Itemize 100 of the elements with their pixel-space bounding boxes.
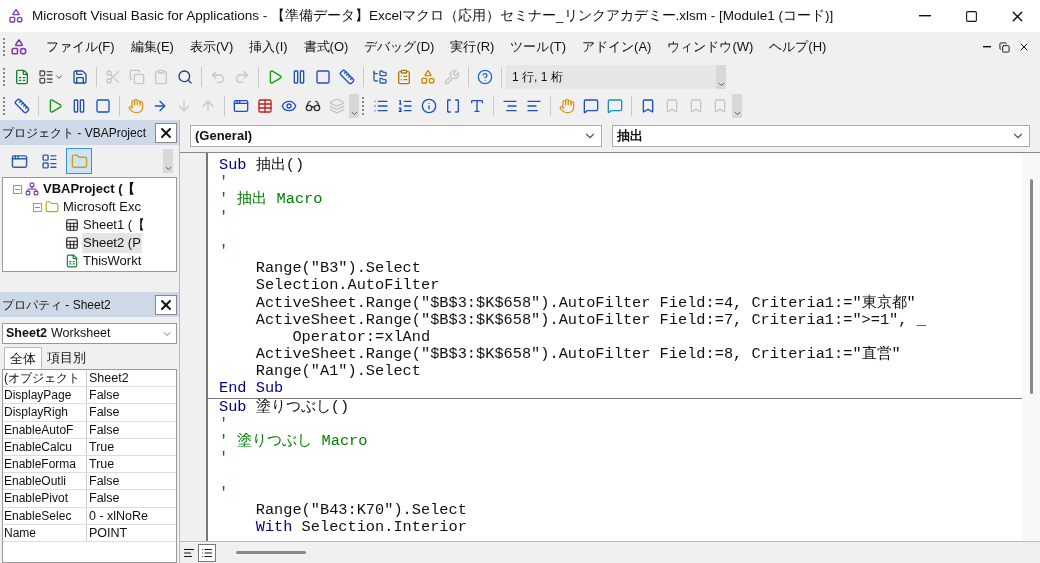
tree-item[interactable]: ThisWorkt (82, 251, 143, 271)
clipboard-icon (153, 69, 169, 85)
wrench-icon (444, 69, 460, 85)
code-line: Range("B43:K70").Select (254, 501, 467, 519)
sheet-icon (65, 236, 79, 250)
property-value[interactable]: True (87, 455, 149, 473)
tab[interactable]: 全体 (4, 347, 42, 369)
property-name[interactable]: EnableForma (3, 455, 87, 473)
property-name[interactable]: EnableAutoF (3, 421, 87, 438)
menu-item[interactable]: 表示(V) (181, 37, 242, 57)
code-line: ' (219, 208, 229, 226)
workbook-icon (65, 254, 79, 268)
minimize-icon (983, 46, 991, 48)
project-icon (25, 182, 39, 196)
property-value[interactable]: True (87, 438, 149, 455)
collapse-toggle[interactable] (13, 184, 22, 194)
bookmark-icon (640, 98, 656, 114)
tree-item[interactable]: Microsoft Exc (62, 197, 142, 217)
toolbar-grip[interactable] (3, 97, 7, 115)
code-line: Range("A1").Select (254, 363, 421, 381)
tree-item[interactable]: Sheet1 (【 (82, 215, 147, 235)
play-icon (47, 98, 63, 114)
property-name[interactable]: DisplayPage (3, 387, 87, 404)
module-view-icon (201, 546, 213, 559)
code-line: Sub 塗りつぶし() (219, 398, 350, 416)
code-line: ' (219, 415, 229, 433)
toolbar-grip[interactable] (362, 97, 366, 115)
menu-item[interactable]: 実行(R) (442, 37, 503, 57)
property-name[interactable]: EnableSelec (3, 507, 87, 524)
property-value[interactable]: False (87, 421, 149, 438)
code-line: Range("B3").Select (254, 260, 421, 278)
layers-icon (329, 98, 345, 114)
menu-item[interactable]: 編集(E) (122, 37, 182, 57)
code-line: ActiveSheet.Range("$B$3:$K$658").AutoFilter Field:=7, Criteria1:=">=1", _ (254, 311, 926, 329)
eye-icon (281, 98, 297, 114)
menu-item[interactable]: ファイル(F) (38, 37, 123, 57)
vba-icon (10, 38, 28, 56)
pause-icon (291, 69, 307, 85)
save-icon (72, 69, 88, 85)
object-dropdown[interactable]: Sheet2 Worksheet (2, 323, 177, 344)
maximize-icon (964, 9, 978, 23)
toolbar-grip[interactable] (3, 68, 7, 86)
bookmark-icon (664, 98, 680, 114)
table-icon (257, 98, 273, 114)
property-value[interactable]: POINT (87, 524, 149, 541)
close-button[interactable] (155, 122, 177, 143)
menu-item[interactable]: アドイン(A) (574, 37, 660, 57)
view-button[interactable] (198, 543, 216, 562)
caret-icon (716, 80, 726, 89)
spreadsheet-icon (14, 69, 30, 85)
menu-item[interactable]: デバッグ(D) (356, 37, 443, 57)
hand-icon (559, 98, 575, 114)
property-value[interactable]: False (87, 490, 149, 507)
app-icon (8, 8, 24, 24)
scissors-icon (105, 69, 121, 85)
property-name[interactable]: EnablePivot (3, 490, 87, 507)
property-value[interactable]: False (87, 387, 149, 404)
menu-item[interactable]: 挿入(I) (241, 37, 296, 57)
property-value[interactable]: 0 - xlNoRe (87, 507, 149, 524)
collapse-toggle[interactable] (33, 202, 42, 212)
code-line: Sub 抽出() (219, 157, 305, 175)
menu-item[interactable]: 書式(O) (295, 37, 357, 57)
toolbar-grip[interactable] (3, 38, 7, 56)
arrow-icon (200, 98, 216, 114)
help-icon (477, 69, 493, 85)
close-button[interactable] (155, 294, 177, 315)
tab[interactable]: 項目別 (42, 347, 91, 369)
caret-icon (349, 109, 359, 118)
property-value[interactable]: False (87, 404, 149, 421)
bookmark-icon (712, 98, 728, 114)
property-name[interactable]: EnableOutli (3, 473, 87, 490)
property-name[interactable]: Name (3, 524, 87, 541)
menu-item[interactable]: ヘルプ(H) (761, 37, 835, 57)
caret-icon (732, 109, 742, 118)
ruler-icon (339, 69, 355, 85)
property-name[interactable]: EnableCalcu (3, 438, 87, 455)
panel-view-button[interactable] (66, 148, 92, 174)
stop-icon (95, 98, 111, 114)
property-name[interactable]: (オブジェクト (3, 370, 87, 387)
property-value[interactable]: Sheet2 (87, 370, 149, 387)
ruler-icon (14, 98, 30, 114)
code-line: Selection.AutoFilter (254, 277, 440, 295)
property-name[interactable]: DisplayRigh (3, 404, 87, 421)
tree-item[interactable]: VBAProject (【 (42, 179, 137, 199)
shapes-icon (420, 69, 436, 85)
property-value[interactable]: False (87, 473, 149, 490)
tree-item[interactable]: Sheet2 (P (82, 233, 142, 253)
menu-item[interactable]: ツール(T) (502, 37, 575, 57)
menu-item[interactable]: ウィンドウ(W) (659, 37, 762, 57)
scroll-thumb[interactable] (1029, 179, 1033, 394)
undo-icon (210, 69, 226, 85)
code-line: ' 塗りつぶし Macro (219, 433, 368, 451)
horizontal-scrollbar[interactable] (236, 551, 306, 554)
object-dropdown[interactable]: (General) (190, 125, 602, 147)
vertical-scrollbar[interactable] (1022, 153, 1040, 541)
code-line: With Selection.Interior (254, 518, 467, 537)
procedure-dropdown[interactable]: 抽出 (612, 125, 1030, 147)
restore-icon (999, 41, 1010, 53)
code-line: Operator:=xlAnd (291, 328, 431, 347)
minimize-icon (919, 15, 931, 17)
